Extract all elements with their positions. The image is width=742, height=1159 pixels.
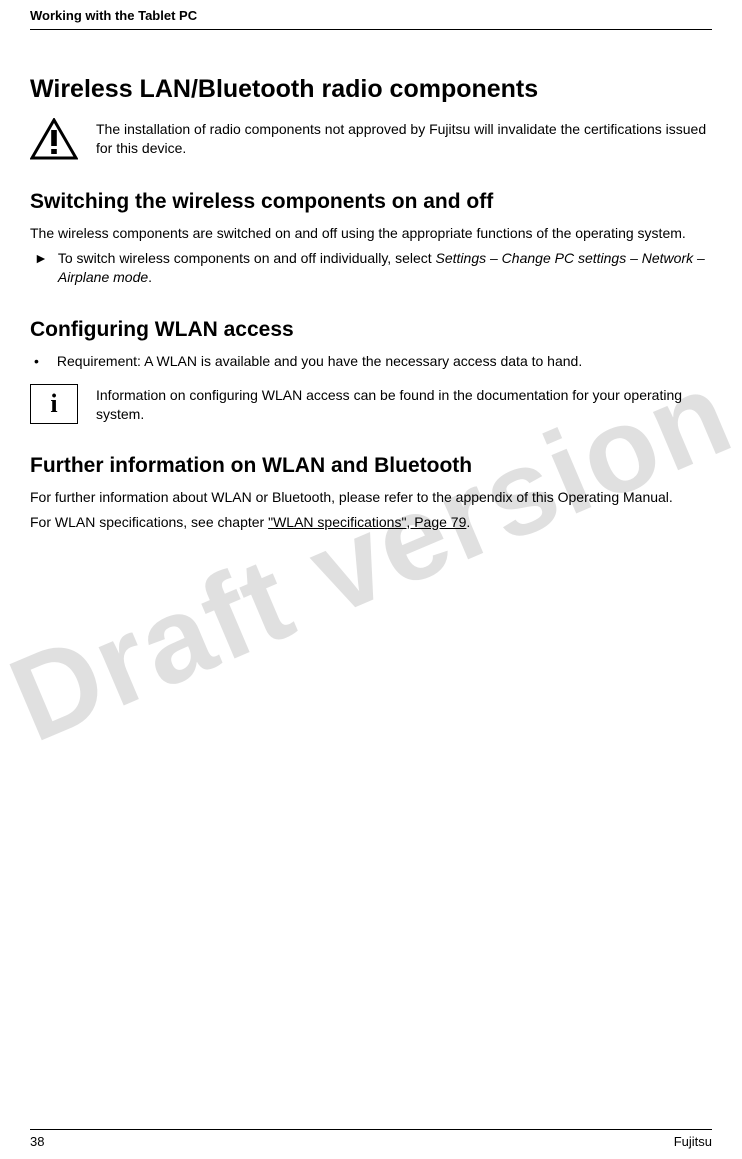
further-prefix: For WLAN specifications, see chapter: [30, 514, 268, 530]
step-item: ► To switch wireless components on and o…: [30, 249, 712, 288]
step-text: To switch wireless components on and off…: [58, 249, 712, 288]
arrow-bullet-icon: ►: [34, 249, 48, 288]
header-rule: [30, 29, 712, 30]
heading-configuring: Configuring WLAN access: [30, 318, 712, 342]
info-callout: i Information on configuring WLAN access…: [30, 384, 712, 424]
bullet-list: • Requirement: A WLAN is available and y…: [30, 352, 712, 372]
wlan-spec-link[interactable]: "WLAN specifications", Page 79: [268, 514, 466, 530]
page-title: Wireless LAN/Bluetooth radio components: [30, 75, 712, 104]
info-icon: i: [30, 384, 78, 424]
further-p1: For further information about WLAN or Bl…: [30, 488, 712, 507]
switching-intro: The wireless components are switched on …: [30, 224, 712, 243]
warning-callout: The installation of radio components not…: [30, 118, 712, 160]
bullet-text: Requirement: A WLAN is available and you…: [57, 352, 582, 372]
header-section-title: Working with the Tablet PC: [30, 8, 712, 29]
warning-icon: [30, 118, 78, 160]
bullet-dot-icon: •: [34, 352, 39, 372]
bullet-item: • Requirement: A WLAN is available and y…: [30, 352, 712, 372]
footer-rule: [30, 1129, 712, 1130]
heading-further: Further information on WLAN and Bluetoot…: [30, 454, 712, 478]
footer-brand: Fujitsu: [674, 1134, 712, 1149]
warning-text: The installation of radio components not…: [96, 118, 712, 158]
further-p2: For WLAN specifications, see chapter "WL…: [30, 513, 712, 532]
further-suffix: .: [466, 514, 470, 530]
page-number: 38: [30, 1134, 44, 1149]
step-suffix: .: [148, 269, 152, 285]
info-text: Information on configuring WLAN access c…: [96, 384, 712, 424]
heading-switching: Switching the wireless components on and…: [30, 190, 712, 214]
step-list: ► To switch wireless components on and o…: [30, 249, 712, 288]
step-prefix: To switch wireless components on and off…: [58, 250, 436, 266]
footer: 38 Fujitsu: [30, 1129, 712, 1149]
content: Wireless LAN/Bluetooth radio components …: [30, 75, 712, 531]
